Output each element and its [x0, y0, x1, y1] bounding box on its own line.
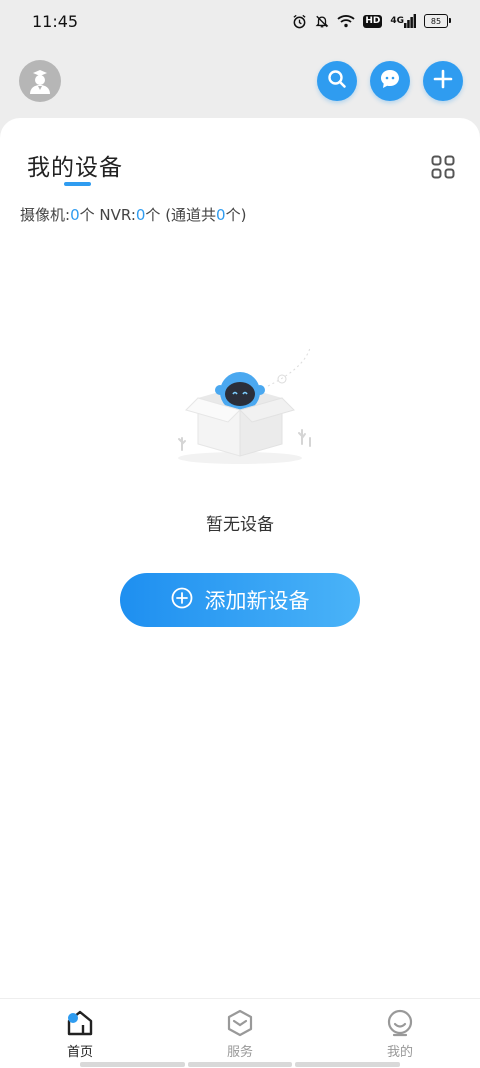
home-icon	[65, 1009, 95, 1037]
page-title: 我的设备	[27, 155, 123, 181]
home-indicator-middle	[188, 1062, 292, 1067]
message-icon	[378, 67, 402, 95]
device-card: 我的设备 摄像机:0个 NVR:0个 (通道共0个) 暂无设备 添加新设备	[0, 118, 480, 998]
top-bar	[0, 58, 480, 104]
nav-item-service[interactable]: 服务	[200, 1009, 280, 1060]
grid-view-icon[interactable]	[431, 155, 455, 179]
home-indicator-left	[80, 1062, 185, 1067]
device-stats: 摄像机:0个 NVR:0个 (通道共0个)	[20, 204, 246, 225]
status-time: 11:45	[32, 11, 79, 31]
battery-level: 85	[430, 16, 442, 26]
search-icon	[327, 69, 347, 93]
profile-face-icon	[385, 1009, 415, 1037]
nvr-count: 0	[135, 206, 146, 224]
wifi-icon	[337, 14, 355, 28]
network-label: 4G	[390, 15, 404, 26]
bottom-nav: 首页 服务 我的	[0, 998, 480, 1068]
camera-label: 摄像机:	[20, 206, 71, 224]
message-button[interactable]	[370, 61, 410, 101]
camera-count: 0	[70, 206, 80, 224]
battery-icon: 85	[424, 14, 451, 28]
mute-bell-icon	[315, 14, 329, 29]
search-button[interactable]	[317, 61, 357, 101]
channel-count: 0	[216, 206, 226, 224]
plus-circle-icon	[171, 587, 193, 614]
user-avatar-icon[interactable]	[19, 60, 61, 102]
add-device-button[interactable]: 添加新设备	[120, 573, 360, 627]
status-icons: HD 4G 85	[292, 14, 451, 29]
status-bar: 11:45 HD 4G 85	[0, 0, 480, 42]
signal-icon: 4G	[390, 14, 416, 28]
service-cube-icon	[225, 1009, 255, 1037]
nav-label-service: 服务	[226, 1045, 253, 1060]
empty-state-text: 暂无设备	[206, 515, 274, 535]
channel-unit: 个)	[225, 206, 247, 224]
nav-item-home[interactable]: 首页	[40, 1009, 120, 1060]
nav-label-profile: 我的	[386, 1045, 413, 1060]
title-underline	[64, 182, 91, 186]
nav-item-profile[interactable]: 我的	[360, 1009, 440, 1060]
add-device-label: 添加新设备	[204, 589, 310, 613]
nav-label-home: 首页	[66, 1045, 93, 1060]
hd-icon: HD	[363, 14, 383, 28]
home-indicator-right	[295, 1062, 400, 1067]
add-icon	[433, 69, 453, 93]
add-button[interactable]	[423, 61, 463, 101]
alarm-icon	[292, 14, 307, 29]
empty-box-illustration	[160, 346, 320, 466]
channel-label: 个 (通道共	[145, 206, 217, 224]
nvr-label: 个 NVR:	[79, 206, 136, 224]
